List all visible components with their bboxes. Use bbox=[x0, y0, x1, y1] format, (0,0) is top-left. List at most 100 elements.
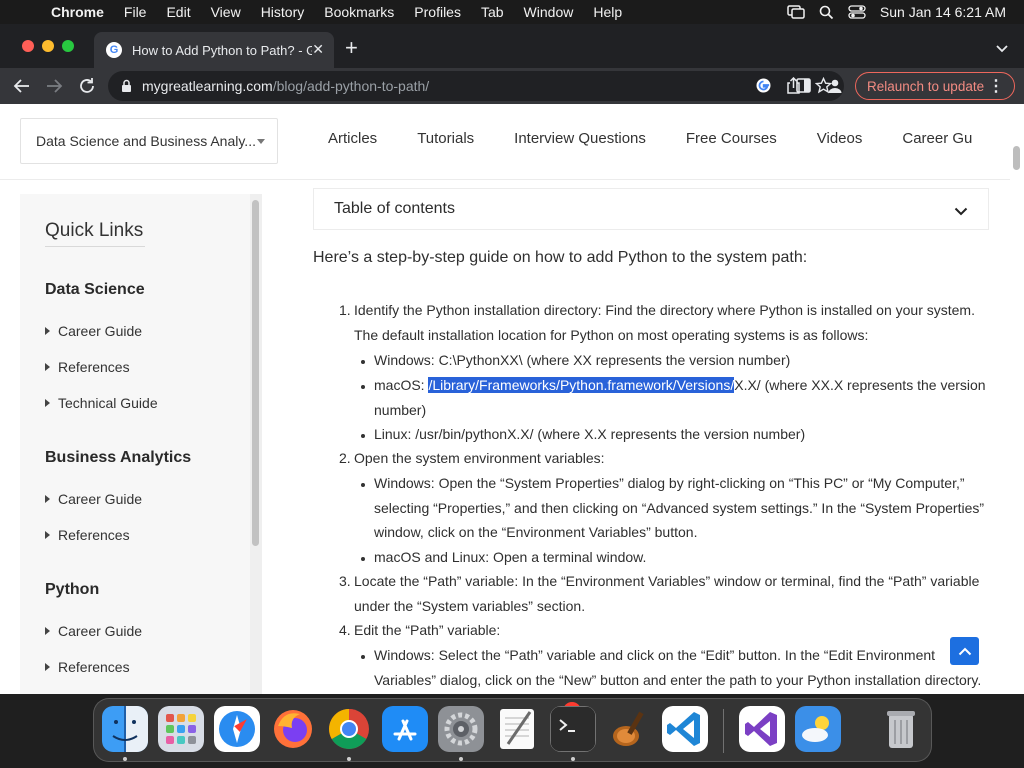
menu-view[interactable]: View bbox=[211, 4, 241, 20]
app-store-icon[interactable] bbox=[382, 706, 428, 752]
browser-tab-active[interactable]: G How to Add Python to Path? - G ✕ bbox=[94, 32, 334, 68]
back-to-top-button[interactable] bbox=[950, 637, 979, 665]
caret-right-icon bbox=[45, 327, 50, 335]
nav-career-guide[interactable]: Career Gu bbox=[902, 130, 972, 147]
vscode-icon[interactable] bbox=[662, 706, 708, 752]
firefox-icon[interactable] bbox=[270, 706, 316, 752]
nav-videos[interactable]: Videos bbox=[817, 130, 863, 147]
chrome-icon[interactable] bbox=[326, 706, 372, 752]
sidebar-item-references[interactable]: References bbox=[45, 659, 130, 675]
quick-links-divider bbox=[45, 246, 145, 247]
google-favicon-icon: G bbox=[106, 42, 122, 58]
macos-dock: 1 bbox=[93, 698, 932, 762]
category-dropdown[interactable]: Data Science and Business Analy... bbox=[20, 118, 278, 164]
window-close-button[interactable] bbox=[22, 40, 34, 52]
sidebar-item-technical-guide[interactable]: Technical Guide bbox=[45, 395, 158, 411]
browser-toolbar: mygreatlearning.com/blog/add-python-to-p… bbox=[0, 68, 1024, 104]
page-scrollbar-thumb[interactable] bbox=[1013, 146, 1020, 170]
menu-help[interactable]: Help bbox=[593, 4, 622, 20]
address-bar[interactable]: mygreatlearning.com/blog/add-python-to-p… bbox=[108, 71, 844, 101]
web-page: Data Science and Business Analy... Artic… bbox=[0, 104, 1024, 694]
running-indicator bbox=[571, 757, 575, 761]
step-number: 2. bbox=[339, 450, 351, 466]
nav-interview-questions[interactable]: Interview Questions bbox=[514, 130, 646, 147]
relaunch-label: Relaunch to update bbox=[867, 78, 985, 94]
url-text[interactable]: mygreatlearning.com/blog/add-python-to-p… bbox=[142, 78, 429, 94]
sidebar-item-career-guide[interactable]: Career Guide bbox=[45, 323, 142, 339]
sidebar-item-references[interactable]: References bbox=[45, 527, 130, 543]
sidebar-item-career-guide[interactable]: Career Guide bbox=[45, 491, 142, 507]
tab-search-chevron-icon[interactable] bbox=[996, 40, 1008, 58]
menu-history[interactable]: History bbox=[261, 4, 305, 20]
menu-profiles[interactable]: Profiles bbox=[414, 4, 461, 20]
article-body: Here’s a step-by-step guide on how to ad… bbox=[313, 246, 993, 688]
bullet-windows-env: Windows: Open the “System Properties” di… bbox=[374, 475, 985, 540]
textedit-icon[interactable] bbox=[494, 706, 540, 752]
nav-free-courses[interactable]: Free Courses bbox=[686, 130, 777, 147]
menu-tab[interactable]: Tab bbox=[481, 4, 504, 20]
caret-right-icon bbox=[45, 531, 50, 539]
bullet-dot bbox=[361, 483, 365, 487]
relaunch-to-update-button[interactable]: Relaunch to update ⋮ bbox=[855, 72, 1015, 100]
forward-arrow-icon[interactable] bbox=[44, 76, 64, 101]
side-panel-icon[interactable] bbox=[796, 78, 811, 98]
nav-tutorials[interactable]: Tutorials bbox=[417, 130, 474, 147]
selected-text[interactable]: /Library/Frameworks/Python.framework/Ver… bbox=[428, 377, 735, 393]
bullet-linux-location: Linux: /usr/bin/pythonX.X/ (where X.X re… bbox=[374, 426, 806, 442]
running-indicator bbox=[123, 757, 127, 761]
finder-icon[interactable] bbox=[102, 706, 148, 752]
safari-icon[interactable] bbox=[214, 706, 260, 752]
screen-mirroring-icon[interactable] bbox=[787, 5, 805, 19]
step-text: Identify the Python installation directo… bbox=[354, 302, 975, 343]
system-settings-icon[interactable] bbox=[438, 706, 484, 752]
caret-right-icon bbox=[45, 399, 50, 407]
menu-file[interactable]: File bbox=[124, 4, 147, 20]
tab-close-icon[interactable]: ✕ bbox=[312, 41, 324, 58]
lock-icon[interactable] bbox=[121, 79, 132, 98]
sidebar-section-data-science[interactable]: Data Science bbox=[45, 281, 145, 299]
quick-links-title: Quick Links bbox=[45, 220, 144, 241]
sidebar-item-career-guide[interactable]: Career Guide bbox=[45, 623, 142, 639]
sidebar-scrollbar-thumb[interactable] bbox=[252, 200, 259, 546]
menu-edit[interactable]: Edit bbox=[166, 4, 190, 20]
trash-icon[interactable] bbox=[878, 706, 924, 752]
macos-menu-bar: Chrome File Edit View History Bookmarks … bbox=[0, 0, 1024, 24]
instruments-icon[interactable] bbox=[606, 706, 652, 752]
menubar-clock[interactable]: Sun Jan 14 6:21 AM bbox=[880, 4, 1006, 20]
profile-avatar-icon[interactable] bbox=[827, 78, 843, 99]
reload-icon[interactable] bbox=[77, 76, 97, 101]
google-lens-icon[interactable] bbox=[755, 77, 772, 99]
control-center-icon[interactable] bbox=[848, 5, 866, 19]
weather-icon[interactable] bbox=[795, 706, 841, 752]
menu-window[interactable]: Window bbox=[524, 4, 574, 20]
sidebar-section-business-analytics[interactable]: Business Analytics bbox=[45, 449, 191, 467]
category-dropdown-value: Data Science and Business Analy... bbox=[36, 133, 256, 149]
bullet-windows-location: Windows: C:\PythonXX\ (where XX represen… bbox=[374, 352, 791, 368]
spotlight-search-icon[interactable] bbox=[819, 5, 834, 20]
running-indicator bbox=[459, 757, 463, 761]
window-fullscreen-button[interactable] bbox=[62, 40, 74, 52]
sidebar-item-references[interactable]: References bbox=[45, 359, 130, 375]
sidebar-section-python[interactable]: Python bbox=[45, 581, 99, 599]
table-of-contents-toggle[interactable]: Table of contents bbox=[313, 188, 989, 230]
site-nav: Articles Tutorials Interview Questions F… bbox=[328, 130, 1012, 147]
new-tab-button[interactable]: + bbox=[345, 37, 358, 59]
chevron-down-icon bbox=[954, 203, 968, 221]
window-minimize-button[interactable] bbox=[42, 40, 54, 52]
step-number: 1. bbox=[339, 302, 351, 318]
back-arrow-icon[interactable] bbox=[12, 76, 32, 101]
tab-title: How to Add Python to Path? - G bbox=[132, 42, 312, 58]
quick-links-sidebar: Quick Links Data Science Career Guide Re… bbox=[20, 194, 250, 694]
launchpad-icon[interactable] bbox=[158, 706, 204, 752]
step-text: Open the system environment variables: bbox=[354, 450, 605, 466]
chrome-menu-icon[interactable]: ⋮ bbox=[988, 76, 1004, 96]
visual-studio-icon[interactable] bbox=[739, 706, 785, 752]
caret-right-icon bbox=[45, 363, 50, 371]
dock-area: 1 bbox=[0, 694, 1024, 768]
menu-app-name[interactable]: Chrome bbox=[51, 4, 104, 20]
bullet-macos-location: macOS: /Library/Frameworks/Python.framew… bbox=[374, 377, 986, 418]
bullet-dot bbox=[361, 360, 365, 364]
terminal-icon[interactable] bbox=[550, 706, 596, 752]
nav-articles[interactable]: Articles bbox=[328, 130, 377, 147]
menu-bookmarks[interactable]: Bookmarks bbox=[324, 4, 394, 20]
